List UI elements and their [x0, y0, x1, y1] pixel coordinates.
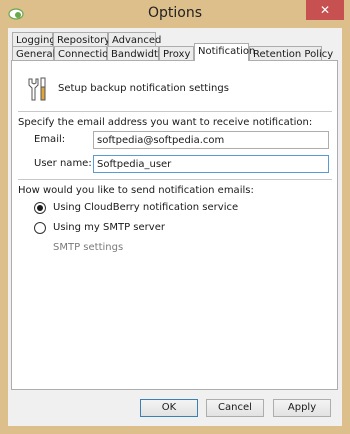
tab-proxy[interactable]: Proxy: [159, 46, 194, 61]
email-label: Email:: [34, 134, 66, 145]
tab-general[interactable]: General: [12, 46, 56, 61]
close-button[interactable]: ✕: [306, 0, 344, 20]
tab-label: Proxy: [163, 49, 191, 60]
window-title: Options: [147, 5, 203, 21]
tab-notification[interactable]: Notification: [194, 43, 255, 61]
username-label: User name:: [34, 158, 92, 169]
tools-icon: [26, 75, 48, 103]
divider: [18, 179, 332, 180]
tab-label: Advanced: [112, 35, 162, 46]
username-field[interactable]: [93, 155, 329, 173]
close-icon: ✕: [319, 3, 331, 17]
dialog-client-area: Logging Repository Advanced General Conn…: [8, 28, 342, 426]
tab-repository[interactable]: Repository: [53, 32, 111, 47]
tab-label: Notification: [198, 46, 256, 57]
smtp-option-label[interactable]: Using my SMTP server: [53, 222, 165, 233]
tab-retention-policy[interactable]: Retention Policy: [249, 46, 333, 61]
notification-panel: Setup backup notification settings Speci…: [11, 60, 338, 390]
tab-label: Bandwidth: [111, 49, 165, 60]
apply-button[interactable]: Apply: [273, 399, 331, 417]
ok-label: OK: [161, 402, 177, 413]
ok-button[interactable]: OK: [140, 399, 198, 417]
divider: [18, 111, 332, 112]
cloudberry-radio[interactable]: [34, 202, 46, 214]
cloudberry-option-label[interactable]: Using CloudBerry notification service: [53, 202, 238, 213]
smtp-radio[interactable]: [34, 222, 46, 234]
tab-logging[interactable]: Logging: [12, 32, 56, 47]
send-section-title: How would you like to send notification …: [18, 185, 254, 196]
tab-bandwidth[interactable]: Bandwidth: [107, 46, 164, 61]
panel-header-text: Setup backup notification settings: [58, 83, 229, 94]
tab-advanced[interactable]: Advanced: [108, 32, 161, 47]
tab-label: General: [16, 49, 56, 60]
options-window: Options ✕ Logging Repository Advanced Ge…: [0, 0, 350, 434]
cancel-label: Cancel: [218, 402, 252, 413]
email-field[interactable]: [93, 131, 329, 149]
tab-label: Logging: [16, 35, 56, 46]
cancel-button[interactable]: Cancel: [206, 399, 264, 417]
title-bar[interactable]: Options ✕: [0, 0, 350, 28]
apply-label: Apply: [287, 402, 317, 413]
smtp-settings-link[interactable]: SMTP settings: [53, 242, 123, 253]
tab-label: Retention Policy: [253, 49, 334, 60]
tab-label: Repository: [57, 35, 111, 46]
tab-connection[interactable]: Connection: [54, 46, 115, 61]
email-section-title: Specify the email address you want to re…: [18, 117, 313, 128]
